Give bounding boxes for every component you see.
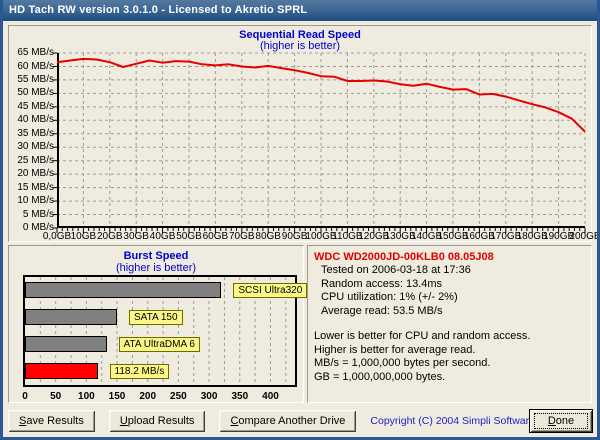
results-info-panel: WDC WD2000JD-00KLB0 08.05J08 Tested on 2… — [307, 245, 592, 403]
x-axis-label: 200GB — [569, 231, 600, 242]
tested-on-text: Tested on 2006-03-18 at 17:36 — [321, 264, 471, 276]
burst-chart-title: Burst Speed — [123, 250, 189, 262]
y-axis-label: 35 MB/s — [17, 127, 54, 139]
note-gb-def: GB = 1,000,000,000 bytes. — [314, 370, 446, 383]
y-axis-label: 20 MB/s — [17, 168, 54, 180]
compare-another-drive-button[interactable]: Compare Another Drive — [219, 410, 357, 432]
burst-x-axis-label: 400 — [262, 391, 279, 402]
burst-bar-label: 118.2 MB/s — [109, 364, 170, 379]
save-results-button[interactable]: Save Results — [8, 410, 95, 432]
read-speed-line-chart — [53, 52, 586, 233]
burst-x-axis-label: 200 — [139, 391, 157, 402]
compare-another-drive-label: Compare Another Drive — [230, 415, 346, 427]
burst-speed-bar-chart: SCSI Ultra320 SATA 150 ATA UltraDMA 6 118.2… — [23, 275, 308, 387]
burst-bar-label: SCSI Ultra320 — [233, 283, 308, 298]
drive-model-text: WDC WD2000JD-00KLB0 08.05J08 — [314, 251, 494, 263]
burst-x-axis-label: 250 — [170, 391, 187, 402]
y-axis-label: 55 MB/s — [17, 73, 54, 85]
burst-x-axis-label: 0 — [22, 391, 28, 402]
y-axis-label: 15 MB/s — [17, 181, 54, 193]
upload-results-label: Upload Results — [119, 415, 195, 427]
y-axis-label: 25 MB/s — [17, 154, 54, 166]
y-axis-label: 10 MB/s — [17, 195, 54, 207]
y-axis-label: 65 MB/s — [17, 47, 54, 58]
burst-bar-label: ATA UltraDMA 6 — [118, 337, 200, 352]
y-axis-label: 50 MB/s — [17, 87, 54, 99]
bottom-button-row: Save Results Upload Results Compare Anot… — [8, 410, 592, 432]
burst-x-axis-label: 50 — [50, 391, 62, 402]
y-axis-label: 5 MB/s — [22, 208, 54, 220]
sequential-read-panel: Sequential Read Speed (higher is better)… — [8, 25, 597, 242]
save-results-label: Save Results — [19, 415, 84, 427]
y-axis-label: 60 MB/s — [17, 60, 54, 72]
average-read-text: Average read: 53.5 MB/s — [321, 304, 443, 317]
burst-x-axis-label: 100 — [78, 391, 95, 402]
window-content: Sequential Read Speed (higher is better)… — [3, 21, 597, 437]
hd-tach-window: HD Tach RW version 3.0.1.0 - Licensed to… — [0, 0, 600, 440]
y-axis-label: 40 MB/s — [17, 114, 54, 126]
burst-x-axis-label: 300 — [200, 391, 218, 402]
y-axis-label: 30 MB/s — [17, 141, 54, 153]
burst-bar — [25, 309, 117, 325]
done-button[interactable]: Done — [530, 410, 592, 432]
burst-x-axis-label: 350 — [231, 391, 249, 402]
note-higher-better: Higher is better for average read. — [314, 343, 476, 356]
read-chart-subtitle: (higher is better) — [259, 40, 341, 52]
y-axis-label: 45 MB/s — [17, 100, 54, 112]
burst-x-axis-label: 150 — [108, 391, 126, 402]
title-bar[interactable]: HD Tach RW version 3.0.1.0 - Licensed to… — [3, 0, 597, 21]
burst-bar — [25, 363, 98, 379]
burst-bar — [25, 282, 222, 298]
upload-results-button[interactable]: Upload Results — [108, 410, 206, 432]
random-access-text: Random access: 13.4ms — [321, 277, 443, 290]
copyright-text: Copyright (C) 2004 Simpli Software, Inc.… — [370, 415, 530, 427]
note-mbs-def: MB/s = 1,000,000 bytes per second. — [314, 357, 491, 369]
burst-bar — [25, 336, 107, 352]
note-lower-better: Lower is better for CPU and random acces… — [314, 330, 531, 342]
window-title: HD Tach RW version 3.0.1.0 - Licensed to… — [9, 4, 308, 16]
burst-speed-panel: Burst Speed (higher is better) SCSI Ultr… — [8, 245, 308, 403]
burst-chart-subtitle: (higher is better) — [115, 262, 197, 274]
cpu-utilization-text: CPU utilization: 1% (+/- 2%) — [321, 291, 458, 303]
burst-bar-label: SATA 150 — [129, 310, 183, 325]
done-label: Done — [547, 415, 575, 427]
